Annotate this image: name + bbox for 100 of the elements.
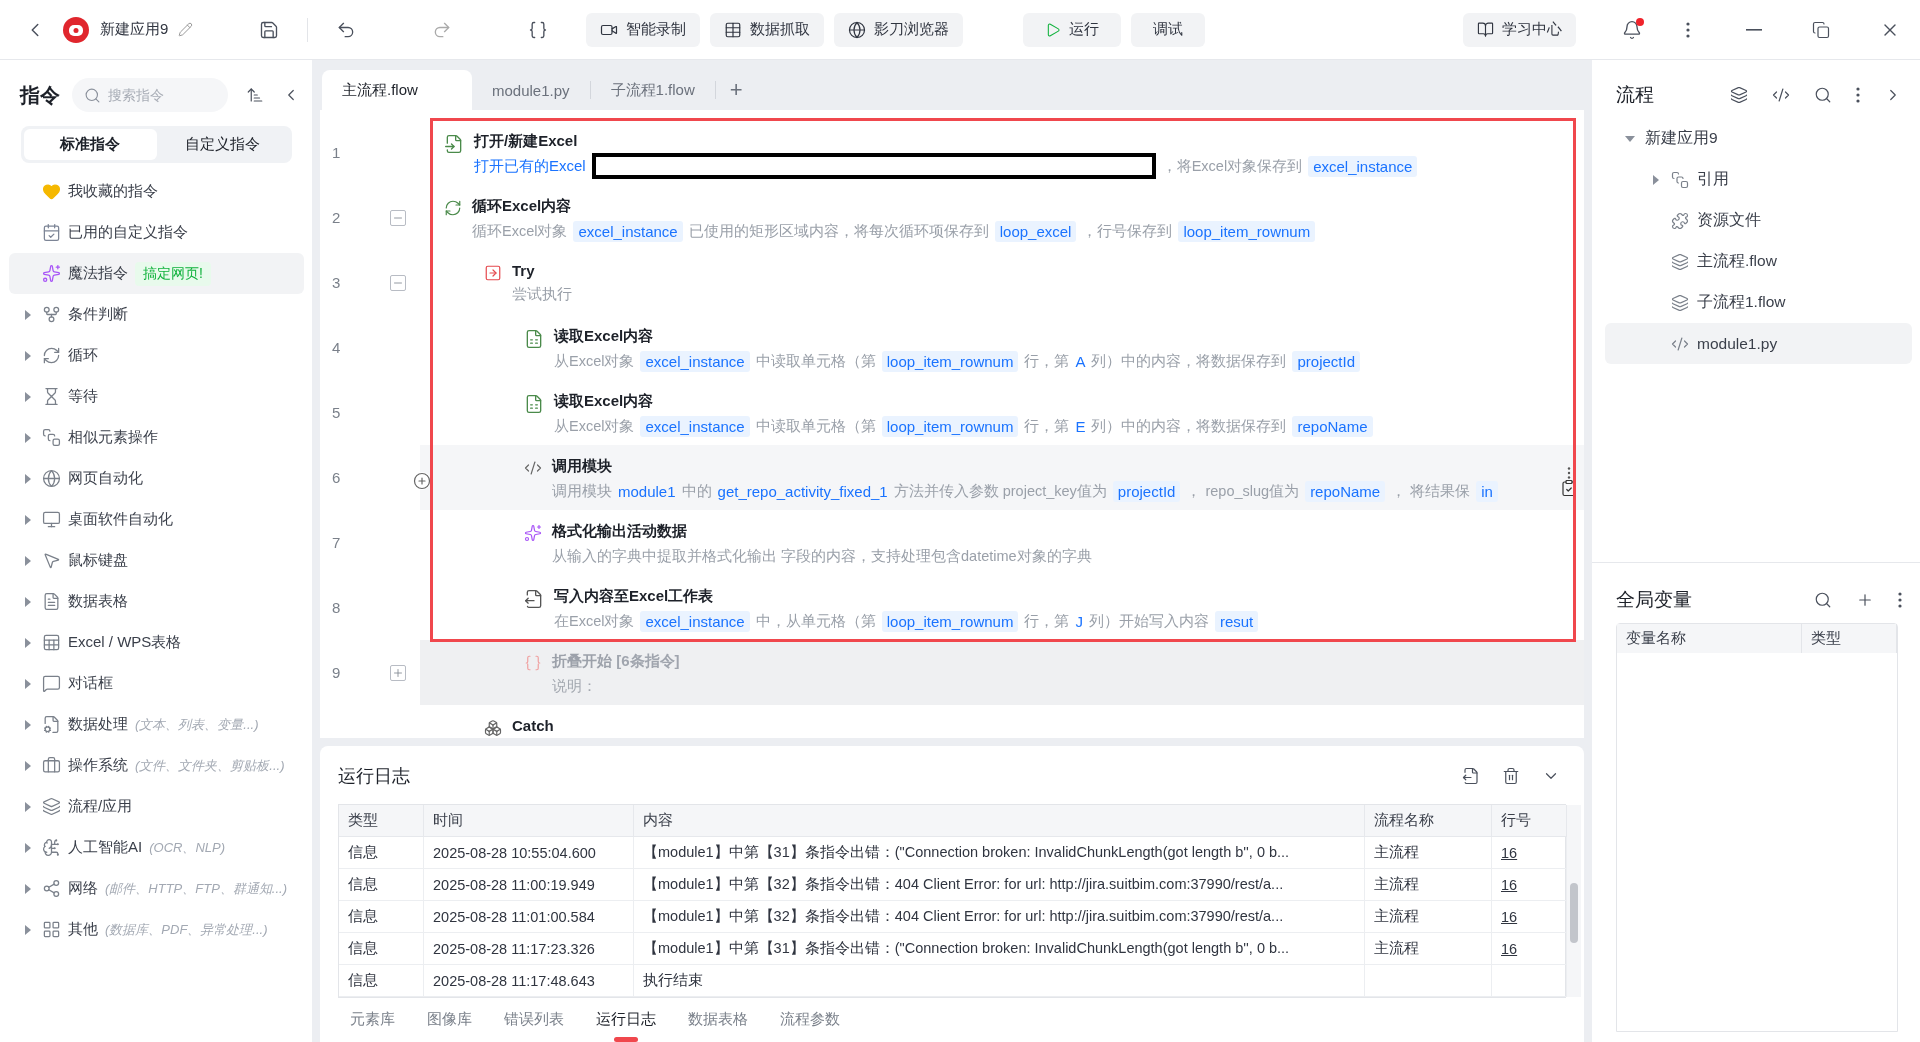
caret-icon[interactable]	[1653, 174, 1659, 185]
add-step-icon[interactable]	[413, 472, 431, 490]
command-category[interactable]: 等待	[9, 376, 304, 417]
bottom-tab[interactable]: 错误列表	[492, 998, 576, 1040]
caret-icon[interactable]	[25, 883, 31, 894]
caret-icon[interactable]	[25, 350, 31, 361]
file-tab[interactable]: 主流程.flow	[322, 70, 472, 110]
step-link[interactable]: module1	[618, 482, 676, 500]
command-category[interactable]: 桌面软件自动化	[9, 499, 304, 540]
caret-icon[interactable]	[1625, 135, 1635, 142]
tree-item[interactable]: module1.py	[1605, 323, 1912, 364]
bottom-tab[interactable]: 流程参数	[768, 998, 852, 1040]
panel-title: 流程	[1616, 83, 1655, 107]
variable-chip[interactable]: excel_instance	[640, 610, 750, 632]
command-category[interactable]: 相似元素操作	[9, 417, 304, 458]
caret-icon[interactable]	[25, 596, 31, 607]
add-tab-button[interactable]: +	[715, 70, 757, 110]
command-category[interactable]: 其他 (数据库、PDF、异常处理...)	[9, 909, 304, 950]
variable-chip[interactable]: excel_instance	[1308, 155, 1418, 177]
step-link[interactable]: J	[1075, 612, 1083, 630]
tree-item[interactable]: 新建应用9	[1605, 118, 1912, 159]
line-link[interactable]: 16	[1501, 940, 1518, 957]
file-tab[interactable]: module1.py	[472, 70, 590, 110]
variable-chip[interactable]: loop_item_rownum	[1178, 220, 1316, 242]
variable-chip[interactable]: projectId	[1292, 350, 1360, 372]
command-category[interactable]: 数据处理 (文本、列表、变量...)	[9, 704, 304, 745]
category-label: 条件判断	[68, 305, 128, 324]
layers-icon	[1730, 86, 1748, 104]
command-category[interactable]: 网页自动化	[9, 458, 304, 499]
variable-chip[interactable]: loop_excel	[994, 220, 1077, 242]
line-number: 5	[332, 404, 341, 421]
category-label: 数据处理	[68, 715, 128, 734]
command-category[interactable]: 循环	[9, 335, 304, 376]
scrollbar[interactable]	[1567, 805, 1581, 997]
command-category[interactable]: Excel / WPS表格	[9, 622, 304, 663]
caret-icon[interactable]	[25, 309, 31, 320]
variable-chip[interactable]: resut	[1214, 610, 1259, 632]
command-category[interactable]: 对话框	[9, 663, 304, 704]
collapse-toggle[interactable]	[390, 209, 406, 226]
caret-icon[interactable]	[25, 842, 31, 853]
variable-chip[interactable]: excel_instance	[573, 220, 683, 242]
caret-icon[interactable]	[25, 555, 31, 566]
command-category[interactable]: 我收藏的指令	[9, 171, 304, 212]
variable-chip[interactable]: loop_item_rownum	[881, 610, 1019, 632]
tab[interactable]: 自定义指令	[156, 129, 289, 160]
command-category[interactable]: 已用的自定义指令	[9, 212, 304, 253]
variable-chip[interactable]: loop_item_rownum	[881, 350, 1019, 372]
learning-center-button[interactable]: 学习中心	[1463, 12, 1576, 47]
caret-icon[interactable]	[25, 760, 31, 771]
tool-button[interactable]: 数据抓取	[710, 12, 825, 47]
variable-chip[interactable]: loop_item_rownum	[881, 415, 1019, 437]
tool-button[interactable]: 影刀浏览器	[834, 12, 964, 47]
command-category[interactable]: 网络 (邮件、HTTP、FTP、群通知...)	[9, 868, 304, 909]
bottom-tab[interactable]: 图像库	[415, 998, 484, 1040]
file-tab[interactable]: 子流程1.flow	[590, 70, 715, 110]
command-category[interactable]: 操作系统 (文件、文件夹、剪贴板...)	[9, 745, 304, 786]
line-link[interactable]: 16	[1501, 908, 1518, 925]
command-category[interactable]: 魔法指令 搞定网页!	[9, 253, 304, 294]
table-cell: 【module1】中第【31】条指令出错：("Connection broken: InvalidChunkLength(got length b'', 0 b...	[634, 837, 1365, 869]
debug-button[interactable]: 调试	[1131, 12, 1206, 47]
caret-icon[interactable]	[25, 637, 31, 648]
command-category[interactable]: 流程/应用	[9, 786, 304, 827]
caret-icon[interactable]	[25, 391, 31, 402]
step-link[interactable]: get_repo_activity_fixed_1	[717, 482, 888, 500]
run-button[interactable]: 运行	[1023, 12, 1122, 47]
step-link[interactable]: E	[1075, 417, 1086, 435]
caret-icon[interactable]	[25, 432, 31, 443]
caret-icon[interactable]	[25, 719, 31, 730]
tree-item[interactable]: 资源文件	[1605, 200, 1912, 241]
command-category[interactable]: 鼠标键盘	[9, 540, 304, 581]
tab[interactable]: 标准指令	[24, 129, 157, 160]
collapse-toggle[interactable]	[390, 274, 406, 291]
tree-item[interactable]: 引用	[1605, 159, 1912, 200]
line-link[interactable]: 16	[1501, 844, 1518, 861]
variable-chip[interactable]: excel_instance	[640, 350, 750, 372]
command-category[interactable]: 数据表格	[9, 581, 304, 622]
tree-item[interactable]: 主流程.flow	[1605, 241, 1912, 282]
step-link[interactable]: 打开已有的Excel	[474, 156, 586, 176]
variable-chip[interactable]: repoName	[1292, 415, 1373, 437]
bottom-tab[interactable]: 数据表格	[676, 998, 760, 1040]
line-link[interactable]: 16	[1501, 876, 1518, 893]
bottom-tab[interactable]: 运行日志	[584, 998, 668, 1040]
caret-icon[interactable]	[25, 678, 31, 689]
variable-chip[interactable]: in	[1476, 480, 1498, 502]
caret-icon[interactable]	[25, 924, 31, 935]
variable-chip[interactable]: repoName	[1305, 480, 1386, 502]
caret-icon[interactable]	[25, 473, 31, 484]
variable-chip[interactable]: excel_instance	[640, 415, 750, 437]
command-category[interactable]: 条件判断	[9, 294, 304, 335]
tree-item[interactable]: 子流程1.flow	[1605, 282, 1912, 323]
variable-chip[interactable]: projectId	[1112, 480, 1181, 502]
bottom-tab[interactable]: 元素库	[338, 998, 407, 1040]
step-link[interactable]: A	[1075, 352, 1086, 370]
command-category[interactable]: 人工智能AI (OCR、NLP)	[9, 827, 304, 868]
search-field[interactable]: 搜索指令	[72, 78, 228, 112]
step-row[interactable]: 6 调用模块 调用模块 module1 中的 get_repo_activity_fixed_1 方法并传入参数 project_key值为 projectId ， repo_slug值为 repoName ， 将结果保 in	[320, 445, 1584, 510]
caret-icon[interactable]	[25, 514, 31, 525]
tool-button[interactable]: 智能录制	[586, 12, 701, 47]
caret-icon[interactable]	[25, 801, 31, 812]
file-input-icon	[444, 134, 464, 154]
